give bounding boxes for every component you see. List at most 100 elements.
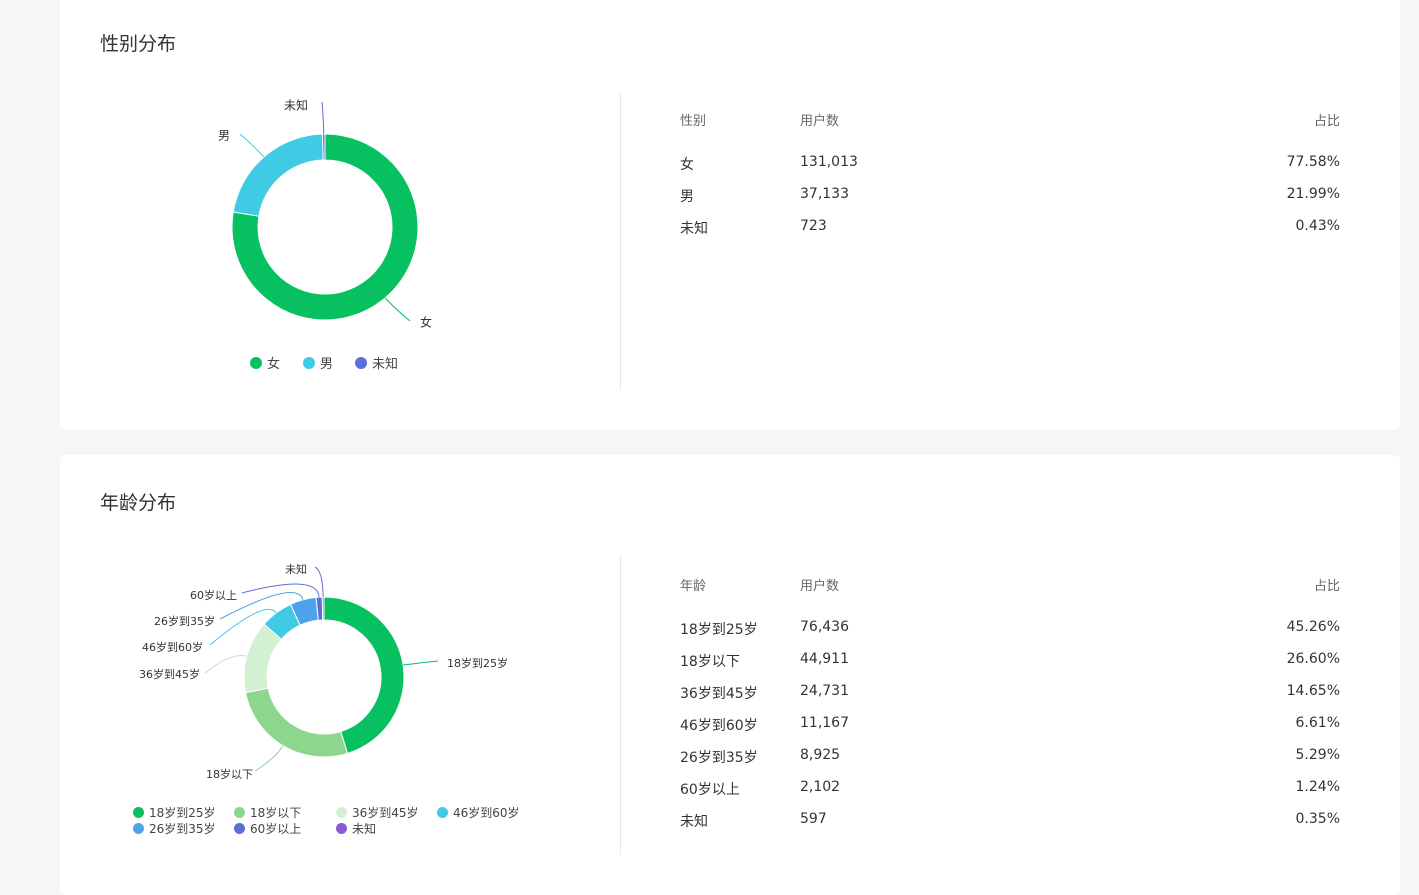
row-pct: 26.60% <box>1286 651 1340 667</box>
legend-dot-icon <box>234 807 245 818</box>
table-row: 60岁以上 2,102 1.24% <box>680 779 1340 801</box>
gender-divider <box>620 92 621 390</box>
row-label: 女 <box>680 157 694 173</box>
row-count: 723 <box>800 218 827 234</box>
table-row: 未知 597 0.35% <box>680 811 1340 833</box>
header-count: 用户数 <box>800 579 840 594</box>
leader-line-0 <box>384 297 411 322</box>
legend-dot-icon <box>336 807 347 818</box>
donut-slice-0[interactable] <box>323 596 405 755</box>
row-count: 131,013 <box>800 154 858 170</box>
leader-line-1 <box>254 745 284 772</box>
header-pct: 占比 <box>1313 579 1340 594</box>
legend-dot-icon <box>303 356 315 369</box>
slice-label-5: 60岁以上 <box>190 588 237 602</box>
legend-label: 18岁以下 <box>250 806 302 820</box>
legend-label: 女 <box>267 357 281 372</box>
age-table-header: 年龄 用户数 占比 <box>680 575 1340 595</box>
row-pct: 0.43% <box>1295 218 1340 234</box>
row-label: 男 <box>680 189 694 205</box>
slice-label-1: 男 <box>218 129 230 143</box>
row-pct: 77.58% <box>1286 154 1340 170</box>
donut-slice-1[interactable] <box>244 687 349 758</box>
slice-label-0: 18岁到25岁 <box>447 656 508 670</box>
slice-label-6: 未知 <box>285 562 307 576</box>
legend-item-4[interactable]: 26岁到35岁 <box>133 820 216 837</box>
leader-line-6 <box>314 566 324 598</box>
row-label: 18岁以下 <box>680 654 740 670</box>
row-count: 24,731 <box>800 683 849 699</box>
row-pct: 1.24% <box>1295 779 1340 795</box>
leader-line-1 <box>239 133 265 158</box>
legend-item-5[interactable]: 60岁以上 <box>234 820 301 837</box>
leader-line-2 <box>321 101 325 135</box>
legend-item-0[interactable]: 女 <box>250 353 280 372</box>
legend-item-2[interactable]: 36岁到45岁 <box>336 804 419 821</box>
row-count: 8,925 <box>800 747 841 763</box>
row-label: 未知 <box>680 221 708 237</box>
legend-label: 26岁到35岁 <box>149 822 216 836</box>
legend-item-0[interactable]: 18岁到25岁 <box>133 804 216 821</box>
row-count: 44,911 <box>800 651 849 667</box>
row-label: 60岁以上 <box>680 782 740 798</box>
slice-label-2: 36岁到45岁 <box>139 667 200 681</box>
slice-label-1: 18岁以下 <box>206 767 253 781</box>
slice-label-2: 未知 <box>284 99 308 113</box>
table-row: 18岁以下 44,911 26.60% <box>680 651 1340 673</box>
table-row: 男 37,133 21.99% <box>680 186 1340 208</box>
row-label: 26岁到35岁 <box>680 750 758 766</box>
legend-dot-icon <box>336 823 347 834</box>
table-row: 未知 723 0.43% <box>680 218 1340 240</box>
header-age: 年龄 <box>680 579 707 594</box>
slice-label-0: 女 <box>420 315 432 330</box>
row-label: 36岁到45岁 <box>680 686 758 702</box>
table-row: 女 131,013 77.58% <box>680 154 1340 176</box>
legend-label: 18岁到25岁 <box>149 806 216 820</box>
gender-card: 性别分布 女男未知 女男未知 性别 用户数 占比 女 131,013 77.58… <box>60 0 1400 430</box>
donut-slice-1[interactable] <box>232 133 324 217</box>
legend-label: 男 <box>320 357 334 372</box>
donut-slice-6[interactable] <box>321 596 325 621</box>
legend-dot-icon <box>133 807 144 818</box>
legend-item-1[interactable]: 男 <box>303 353 333 372</box>
table-row: 18岁到25岁 76,436 45.26% <box>680 619 1340 641</box>
row-label: 18岁到25岁 <box>680 622 758 638</box>
legend-dot-icon <box>234 823 245 834</box>
row-pct: 0.35% <box>1295 811 1340 827</box>
slice-label-4: 26岁到35岁 <box>154 614 215 628</box>
row-pct: 14.65% <box>1286 683 1340 699</box>
legend-label: 36岁到45岁 <box>352 806 419 820</box>
row-count: 37,133 <box>800 186 849 202</box>
row-count: 76,436 <box>800 619 849 635</box>
row-pct: 45.26% <box>1286 619 1340 635</box>
age-divider <box>620 555 621 855</box>
row-pct: 5.29% <box>1295 747 1340 763</box>
donut-slice-2[interactable] <box>321 133 326 161</box>
legend-dot-icon <box>133 823 144 834</box>
row-pct: 21.99% <box>1286 186 1340 202</box>
row-count: 11,167 <box>800 715 849 731</box>
gender-donut-chart: 女 男 未知 <box>218 99 432 330</box>
legend-item-6[interactable]: 未知 <box>336 820 376 837</box>
row-count: 597 <box>800 811 827 827</box>
row-label: 46岁到60岁 <box>680 718 758 734</box>
slice-label-3: 46岁到60岁 <box>142 640 203 654</box>
header-count: 用户数 <box>800 114 840 129</box>
header-pct: 占比 <box>1313 114 1340 129</box>
table-row: 26岁到35岁 8,925 5.29% <box>680 747 1340 769</box>
legend-item-2[interactable]: 未知 <box>355 353 398 372</box>
leader-line-5 <box>241 583 320 598</box>
legend-dot-icon <box>437 807 448 818</box>
table-row: 46岁到60岁 11,167 6.61% <box>680 715 1340 737</box>
legend-item-3[interactable]: 46岁到60岁 <box>437 804 520 821</box>
table-row: 36岁到45岁 24,731 14.65% <box>680 683 1340 705</box>
row-label: 未知 <box>680 814 708 830</box>
legend-label: 未知 <box>372 357 399 372</box>
header-gender: 性别 <box>680 114 707 129</box>
leader-line-0 <box>403 660 439 666</box>
legend-label: 46岁到60岁 <box>453 806 520 820</box>
leader-line-2 <box>204 655 247 674</box>
legend-dot-icon <box>250 356 262 369</box>
legend-item-1[interactable]: 18岁以下 <box>234 804 301 821</box>
row-pct: 6.61% <box>1295 715 1340 731</box>
